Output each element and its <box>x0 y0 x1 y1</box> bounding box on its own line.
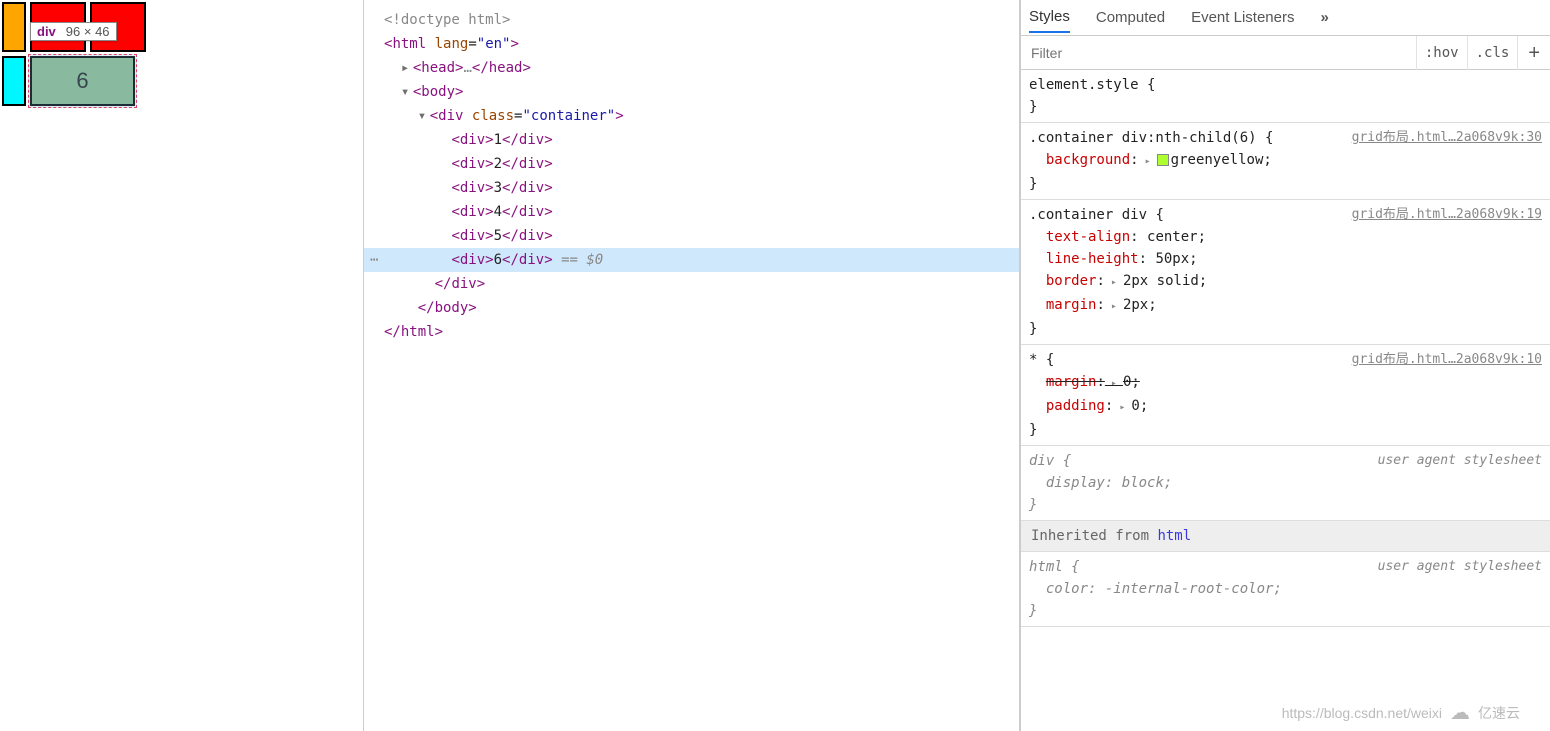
dom-html-open[interactable]: <html lang="en"> <box>364 32 1019 56</box>
dom-child-6-selected[interactable]: ⋯ <div>6</div> == $0 <box>364 248 1019 272</box>
inspect-tooltip: div 96 × 46 <box>30 22 117 41</box>
dom-child-2[interactable]: <div>2</div> <box>364 152 1019 176</box>
dom-head[interactable]: ▸<head>…</head> <box>364 56 1019 80</box>
rule-nth-child-6[interactable]: grid布局.html…2a068v9k:30 .container div:n… <box>1021 123 1550 200</box>
grid-container: 6 <box>0 0 160 108</box>
source-link[interactable]: grid布局.html…2a068v9k:19 <box>1352 204 1542 226</box>
tooltip-dimensions: 96 × 46 <box>66 24 110 39</box>
dom-html-close[interactable]: </html> <box>364 320 1019 344</box>
elements-dom-tree[interactable]: <!doctype html> <html lang="en"> ▸<head>… <box>364 0 1020 731</box>
grid-cell-5 <box>2 56 26 106</box>
cell-6-text: 6 <box>76 68 88 93</box>
tab-event-listeners[interactable]: Event Listeners <box>1191 3 1294 32</box>
styles-panel: Styles Computed Event Listeners » :hov .… <box>1020 0 1550 731</box>
dom-container-close[interactable]: </div> <box>364 272 1019 296</box>
cls-toggle[interactable]: .cls <box>1467 36 1518 70</box>
dom-container-open[interactable]: ▾<div class="container"> <box>364 104 1019 128</box>
dom-doctype[interactable]: <!doctype html> <box>364 8 1019 32</box>
grid-cell-1 <box>2 2 26 52</box>
source-ua: user agent stylesheet <box>1378 556 1542 578</box>
rule-universal[interactable]: grid布局.html…2a068v9k:10 * { margin: ▸ 0;… <box>1021 345 1550 446</box>
rule-container-div[interactable]: grid布局.html…2a068v9k:19 .container div {… <box>1021 200 1550 345</box>
overflow-icon[interactable]: ⋯ <box>370 248 379 272</box>
dom-child-5[interactable]: <div>5</div> <box>364 224 1019 248</box>
dom-body-close[interactable]: </body> <box>364 296 1019 320</box>
tab-computed[interactable]: Computed <box>1096 3 1165 32</box>
grid-cell-6: 6 <box>30 56 135 106</box>
source-link[interactable]: grid布局.html…2a068v9k:10 <box>1352 349 1542 371</box>
css-rules-list[interactable]: element.style {} grid布局.html…2a068v9k:30… <box>1021 70 1550 731</box>
inherited-from-section: Inherited from html <box>1021 521 1550 552</box>
hov-toggle[interactable]: :hov <box>1416 36 1467 70</box>
color-swatch[interactable] <box>1157 154 1169 166</box>
dom-child-3[interactable]: <div>3</div> <box>364 176 1019 200</box>
new-rule-button[interactable]: + <box>1517 36 1550 70</box>
rule-element-style[interactable]: element.style {} <box>1021 70 1550 123</box>
filter-bar: :hov .cls + <box>1021 36 1550 70</box>
source-link[interactable]: grid布局.html…2a068v9k:30 <box>1352 127 1542 149</box>
styles-tabs: Styles Computed Event Listeners » <box>1021 0 1550 36</box>
rule-div-ua[interactable]: user agent stylesheet div { display: blo… <box>1021 446 1550 521</box>
rule-html-ua[interactable]: user agent stylesheet html { color: -int… <box>1021 552 1550 627</box>
styles-filter-input[interactable] <box>1021 45 1416 61</box>
tooltip-tag: div <box>37 24 56 39</box>
dom-child-4[interactable]: <div>4</div> <box>364 200 1019 224</box>
rendered-page-pane: 6 div 96 × 46 <box>0 0 364 731</box>
dom-child-1[interactable]: <div>1</div> <box>364 128 1019 152</box>
source-ua: user agent stylesheet <box>1378 450 1542 472</box>
dom-body-open[interactable]: ▾<body> <box>364 80 1019 104</box>
tab-styles[interactable]: Styles <box>1029 2 1070 33</box>
more-tabs-icon[interactable]: » <box>1320 9 1328 26</box>
